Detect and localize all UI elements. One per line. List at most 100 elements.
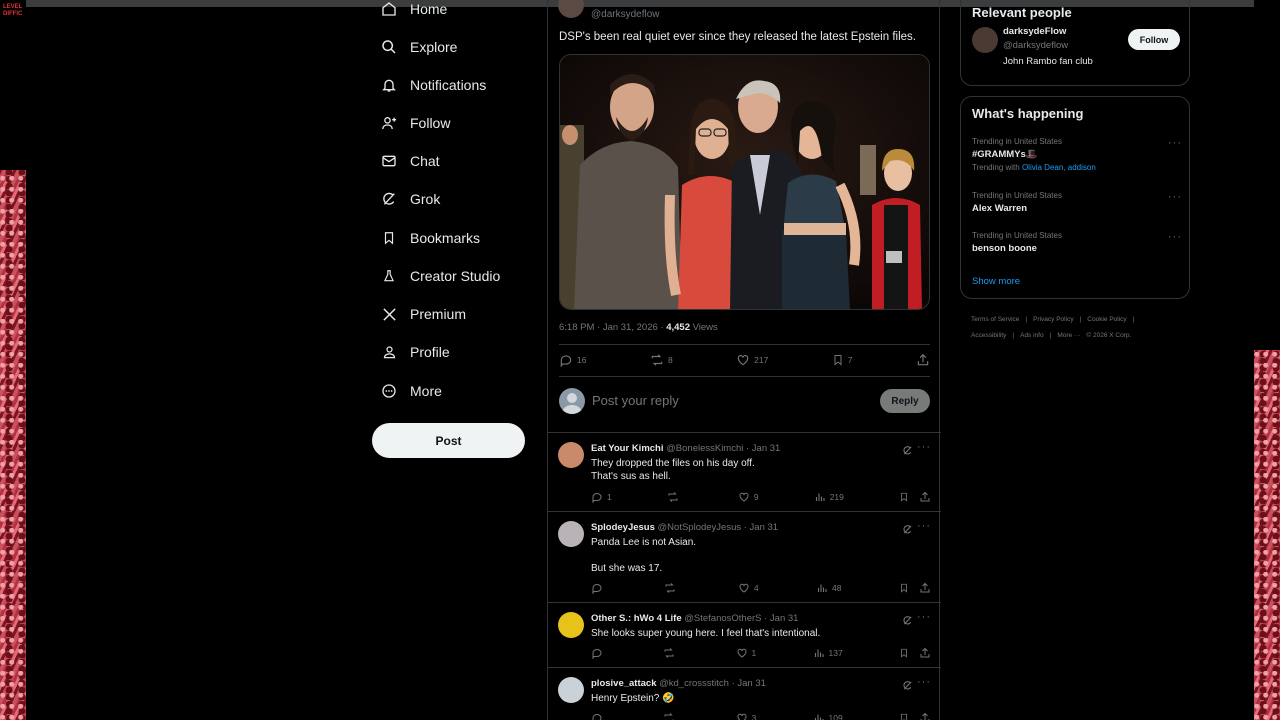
- avatar[interactable]: [558, 677, 584, 703]
- grok-icon[interactable]: [902, 443, 913, 461]
- reply-item[interactable]: Other S.: hWo 4 Life @StefanosOtherS · J…: [548, 602, 941, 668]
- trend-with: Trending with Olivia Dean, addison: [972, 163, 1182, 172]
- sidebar-item-more[interactable]: More: [380, 378, 442, 404]
- trend-with-links[interactable]: Olivia Dean, addison: [1022, 163, 1096, 172]
- bookmark-icon[interactable]: [899, 491, 909, 503]
- corner-label-line: DIFFIC: [3, 11, 23, 17]
- post-button[interactable]: Post: [372, 423, 525, 458]
- reply-author-handle: @kd_crossstitch · Jan 31: [659, 678, 766, 689]
- reply-action[interactable]: 16: [559, 353, 586, 367]
- reply-action[interactable]: [591, 647, 607, 659]
- reply-extra-actions: [899, 491, 931, 503]
- repost-action[interactable]: [663, 647, 679, 659]
- views-action[interactable]: 48: [816, 582, 842, 594]
- share-icon[interactable]: [919, 582, 931, 594]
- like-count: 4: [753, 583, 759, 593]
- reply-action[interactable]: [591, 582, 607, 594]
- repost-action[interactable]: [663, 712, 679, 720]
- sidebar-item-bookmarks[interactable]: Bookmarks: [380, 225, 480, 251]
- left-texture-panel: [0, 0, 26, 720]
- avatar[interactable]: [558, 612, 584, 638]
- x-logo-icon: [380, 305, 398, 323]
- footer-separator: |: [1132, 316, 1135, 323]
- avatar[interactable]: [558, 442, 584, 468]
- person-handle: @darksydeflow: [1003, 40, 1069, 51]
- show-more-link[interactable]: Show more: [972, 276, 1020, 287]
- relevant-people-card: Relevant people darksydeFlow @darksydefl…: [960, 0, 1190, 86]
- person-name[interactable]: darksydeFlow: [1003, 26, 1066, 37]
- sidebar-item-chat[interactable]: Chat: [380, 148, 440, 174]
- footer-link[interactable]: Accessibility: [971, 332, 1006, 339]
- reply-author-name[interactable]: SplodeyJesus: [591, 522, 655, 533]
- repost-action[interactable]: [667, 491, 683, 503]
- tweet-timestamp[interactable]: 6:18 PM · Jan 31, 2026 ·: [559, 322, 666, 333]
- reply-item[interactable]: plosive_attack @kd_crossstitch · Jan 31 …: [548, 667, 941, 720]
- bookmark-icon[interactable]: [899, 647, 909, 659]
- reply-icon: [592, 584, 602, 594]
- reply-button[interactable]: Reply: [880, 389, 930, 413]
- sidebar-item-creator-studio[interactable]: Creator Studio: [380, 263, 500, 289]
- repost-action[interactable]: 8: [650, 353, 673, 367]
- sidebar-item-home[interactable]: Home: [380, 0, 447, 22]
- reply-action[interactable]: 1: [591, 491, 612, 503]
- bookmark-icon[interactable]: [899, 712, 909, 720]
- sidebar-item-grok[interactable]: Grok: [380, 186, 440, 212]
- share-icon[interactable]: [919, 491, 931, 503]
- share-action[interactable]: [916, 353, 930, 367]
- reply-icon: [592, 493, 602, 503]
- like-action[interactable]: 9: [738, 491, 759, 503]
- tweet-detail: @darksydeflow DSP's been real quiet ever…: [547, 0, 941, 720]
- sidebar-item-profile[interactable]: Profile: [380, 339, 450, 365]
- like-action[interactable]: 1: [736, 647, 756, 659]
- more-icon[interactable]: ···: [917, 520, 931, 532]
- reply-item[interactable]: Eat Your Kimchi @BonelessKimchi · Jan 31…: [548, 432, 941, 512]
- more-icon[interactable]: ···: [1168, 137, 1182, 149]
- avatar[interactable]: [558, 0, 584, 18]
- footer-link[interactable]: More ···: [1057, 332, 1080, 339]
- more-icon[interactable]: ···: [917, 441, 931, 453]
- reply-item[interactable]: SplodeyJesus @NotSplodeyJesus · Jan 31 ·…: [548, 511, 941, 603]
- share-icon[interactable]: [919, 647, 931, 659]
- views-action[interactable]: 219: [814, 491, 844, 503]
- sidebar-item-explore[interactable]: Explore: [380, 34, 457, 60]
- author-handle[interactable]: @darksydeflow: [591, 9, 660, 20]
- footer-link[interactable]: Privacy Policy: [1033, 316, 1073, 323]
- footer-link[interactable]: Terms of Service: [971, 316, 1019, 323]
- trend-with-prefix: Trending with: [972, 163, 1022, 172]
- avatar[interactable]: [972, 27, 998, 53]
- like-action[interactable]: 4: [738, 582, 759, 594]
- like-action[interactable]: 217: [736, 353, 768, 367]
- grok-icon[interactable]: [902, 522, 913, 540]
- more-icon[interactable]: ···: [1168, 231, 1182, 243]
- more-icon[interactable]: ···: [917, 611, 931, 623]
- grok-icon[interactable]: [902, 613, 913, 631]
- reply-composer: Reply: [559, 387, 930, 415]
- trend-item[interactable]: Trending in United States Alex Warren ··…: [972, 191, 1182, 214]
- bookmark-action[interactable]: 7: [832, 353, 853, 367]
- sidebar-item-notifications[interactable]: Notifications: [380, 72, 486, 98]
- reply-author-name[interactable]: plosive_attack: [591, 678, 656, 689]
- sidebar-item-follow[interactable]: Follow: [380, 110, 450, 136]
- trend-topic: #GRAMMYs🎩: [972, 149, 1038, 160]
- grok-icon[interactable]: [902, 678, 913, 696]
- tweet-photo[interactable]: [559, 54, 930, 310]
- more-icon[interactable]: ···: [917, 676, 931, 688]
- more-icon[interactable]: ···: [1168, 191, 1182, 203]
- reply-author-name[interactable]: Eat Your Kimchi: [591, 443, 664, 454]
- trend-item[interactable]: Trending in United States #GRAMMYs🎩 Tren…: [972, 137, 1182, 172]
- footer-link[interactable]: Cookie Policy: [1087, 316, 1126, 323]
- like-action[interactable]: 3: [736, 712, 756, 720]
- share-icon[interactable]: [919, 712, 931, 720]
- reply-input[interactable]: [592, 393, 842, 408]
- views-action[interactable]: 137: [813, 647, 843, 659]
- footer-link[interactable]: Ads info: [1020, 332, 1044, 339]
- follow-button[interactable]: Follow: [1128, 29, 1180, 50]
- repost-action[interactable]: [664, 582, 680, 594]
- avatar[interactable]: [558, 521, 584, 547]
- views-action[interactable]: 109: [813, 712, 843, 720]
- reply-action[interactable]: [591, 712, 607, 720]
- bookmark-icon[interactable]: [899, 582, 909, 594]
- sidebar-item-premium[interactable]: Premium: [380, 301, 466, 327]
- trend-item[interactable]: Trending in United States benson boone ·…: [972, 231, 1182, 254]
- reply-author-name[interactable]: Other S.: hWo 4 Life: [591, 613, 682, 624]
